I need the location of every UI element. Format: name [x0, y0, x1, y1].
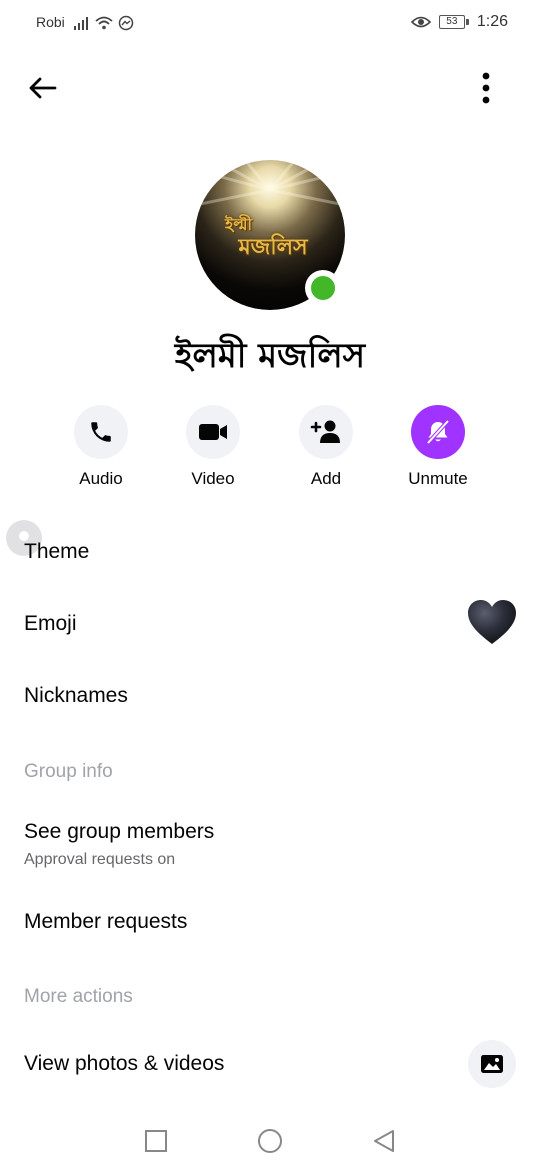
avatar-logo-text: ইল্মী মজলিস — [225, 215, 308, 260]
status-bar: Robi 53 1:26 — [0, 0, 540, 46]
member-requests-row[interactable]: Member requests — [0, 890, 540, 954]
add-person-icon — [310, 420, 340, 443]
video-camera-icon — [199, 424, 227, 440]
nicknames-row[interactable]: Nicknames — [0, 664, 540, 728]
signal-wifi-icon — [74, 15, 134, 31]
emoji-row[interactable]: Emoji — [0, 592, 540, 656]
system-navigation-bar — [0, 1110, 540, 1170]
back-button[interactable] — [24, 70, 60, 106]
video-call-button[interactable]: Video — [163, 405, 263, 489]
see-group-members-row[interactable]: See group members Approval requests on — [0, 806, 540, 876]
bell-muted-icon — [426, 419, 450, 445]
unmute-button[interactable]: Unmute — [388, 405, 488, 489]
triangle-back-icon[interactable] — [371, 1128, 397, 1154]
black-heart-icon — [468, 600, 516, 644]
image-icon — [481, 1055, 503, 1073]
phone-icon — [91, 422, 111, 442]
add-member-button[interactable]: Add — [276, 405, 376, 489]
online-status-indicator — [305, 270, 341, 306]
theme-row[interactable]: Theme — [0, 520, 540, 584]
group-name: ইলমী মজলিস — [174, 336, 366, 376]
arrow-left-icon — [29, 77, 57, 99]
circle-icon[interactable] — [257, 1128, 283, 1154]
battery-indicator: 53 — [438, 15, 469, 29]
more-actions-heading: More actions — [24, 986, 133, 1007]
photos-button[interactable] — [468, 1040, 516, 1088]
square-icon[interactable] — [143, 1128, 169, 1154]
more-options-button[interactable] — [470, 70, 502, 106]
view-photos-videos-row[interactable]: View photos & videos — [0, 1034, 540, 1098]
carrier-label: Robi — [36, 14, 65, 30]
group-info-heading: Group info — [24, 761, 113, 782]
eye-icon — [410, 16, 431, 28]
audio-call-button[interactable]: Audio — [51, 405, 151, 489]
more-vertical-icon — [482, 72, 490, 104]
clock: 1:26 — [476, 13, 508, 30]
